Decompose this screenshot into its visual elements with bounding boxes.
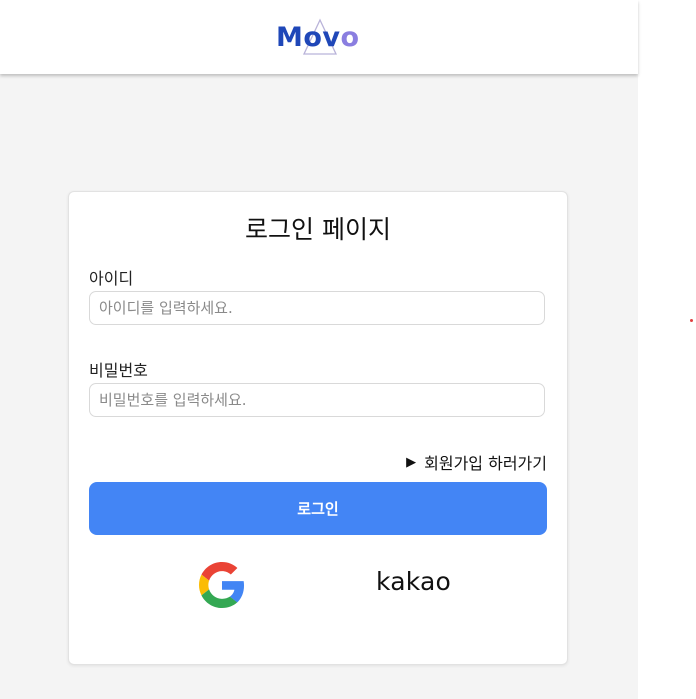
google-icon [199, 562, 245, 608]
logo-text: Movo [276, 22, 360, 53]
id-label: 아이디 [89, 269, 134, 288]
kakao-login-button[interactable]: kakao [376, 567, 451, 596]
login-button[interactable]: 로그인 [89, 482, 547, 535]
signup-link[interactable]: ▶ 회원가입 하러가기 [406, 450, 547, 474]
movo-logo[interactable]: Movo [276, 18, 362, 58]
password-input[interactable] [89, 383, 545, 417]
play-arrow-icon: ▶ [406, 454, 417, 470]
page-title: 로그인 페이지 [245, 215, 391, 244]
password-label: 비밀번호 [89, 361, 148, 380]
signup-link-label: 회원가입 하러가기 [424, 454, 547, 473]
login-card: 로그인 페이지 아이디 비밀번호 ▶ 회원가입 하러가기 로그인 kakao [68, 191, 568, 665]
stray-red-dot [690, 319, 693, 322]
top-header: Movo [0, 0, 638, 74]
google-login-button[interactable] [199, 562, 245, 608]
id-input[interactable] [89, 291, 545, 325]
logo-accent-letter: o [340, 22, 360, 53]
